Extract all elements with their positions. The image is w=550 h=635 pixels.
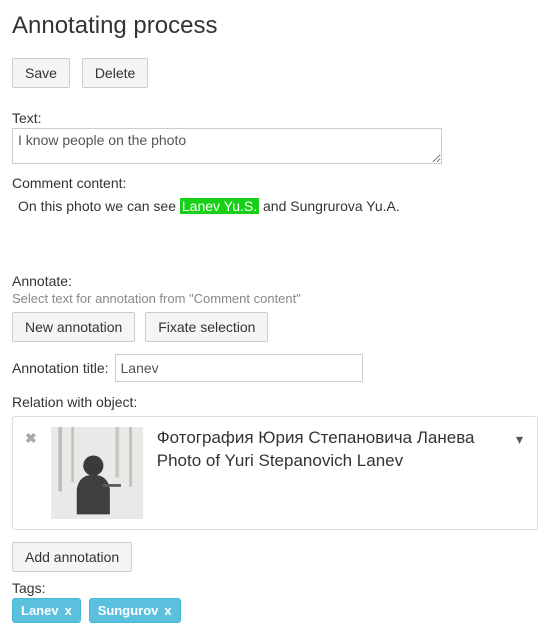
tag-text: Lanev (21, 603, 59, 618)
relation-title-ru: Фотография Юрия Степановича Ланева (157, 427, 525, 450)
text-input[interactable]: I know people on the photo (12, 128, 442, 164)
tag-item[interactable]: Lanev x (12, 598, 81, 623)
main-toolbar: Save Delete (12, 58, 538, 88)
tag-text: Sungurov (98, 603, 159, 618)
new-annotation-button[interactable]: New annotation (12, 312, 135, 342)
tag-item[interactable]: Sungurov x (89, 598, 181, 623)
photo-icon (51, 427, 143, 519)
tag-remove-icon[interactable]: x (65, 603, 72, 618)
relation-dropdown-icon[interactable]: ▾ (516, 431, 523, 448)
relation-thumbnail (51, 427, 143, 519)
comment-text-after: and Sungrurova Yu.A. (259, 198, 400, 214)
remove-relation-icon[interactable]: ✖ (25, 431, 37, 445)
tag-remove-icon[interactable]: x (164, 603, 171, 618)
add-annotation-button[interactable]: Add annotation (12, 542, 132, 572)
save-button[interactable]: Save (12, 58, 70, 88)
tags-label: Tags: (12, 580, 538, 596)
fixate-selection-button[interactable]: Fixate selection (145, 312, 268, 342)
page-title: Annotating process (12, 12, 538, 40)
comment-input[interactable]: On this photo we can see Lanev Yu.S. and… (12, 193, 534, 249)
annotate-helper: Select text for annotation from "Comment… (12, 291, 538, 306)
relation-title-en: Photo of Yuri Stepanovich Lanev (157, 450, 525, 473)
annotation-title-label: Annotation title: (12, 360, 109, 376)
annotation-title-input[interactable] (115, 354, 363, 382)
tags-list: Lanev x Sungurov x (12, 598, 538, 623)
delete-button[interactable]: Delete (82, 58, 148, 88)
relation-label: Relation with object: (12, 394, 538, 410)
relation-titles: Фотография Юрия Степановича Ланева Photo… (157, 427, 525, 473)
relation-card: ✖ Фотография Юрия Степановича Ланева Pho… (12, 416, 538, 530)
comment-highlight[interactable]: Lanev Yu.S. (180, 198, 259, 214)
text-label: Text: (12, 110, 538, 126)
annotate-label: Annotate: (12, 273, 538, 289)
comment-label: Comment content: (12, 175, 538, 191)
comment-text-before: On this photo we can see (18, 198, 180, 214)
